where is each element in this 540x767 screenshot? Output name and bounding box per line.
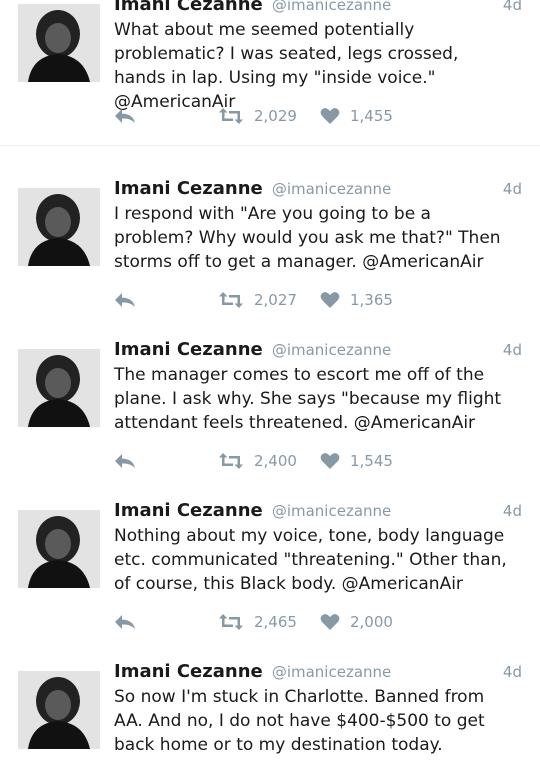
tweet-actions: 2,029 1,455 <box>114 104 514 128</box>
author-name[interactable]: Imani Cezanne <box>114 500 263 521</box>
retweet-count: 2,400 <box>254 452 297 470</box>
tweet-actions: 2,465 2,000 <box>114 610 514 634</box>
tweet-actions: 2,027 1,365 <box>114 288 514 312</box>
tweet-feed: Imani Cezanne @imanicezanne 4d What abou… <box>0 0 540 767</box>
timestamp[interactable]: 4d <box>503 502 522 520</box>
tweet-item[interactable]: Imani Cezanne @imanicezanne 4d What abou… <box>0 0 540 146</box>
timestamp[interactable]: 4d <box>503 341 522 359</box>
retweet-icon <box>219 453 243 469</box>
tweet-item[interactable]: Imani Cezanne @imanicezanne 4d The manag… <box>0 329 540 491</box>
retweet-icon <box>219 108 243 124</box>
like-button[interactable]: 1,365 <box>320 288 393 312</box>
heart-icon <box>320 108 340 124</box>
author-handle[interactable]: @imanicezanne <box>272 502 391 520</box>
tweet-text: So now I'm stuck in Charlotte. Banned fr… <box>114 687 485 755</box>
author-handle[interactable]: @imanicezanne <box>272 180 391 198</box>
reply-button[interactable] <box>114 610 136 634</box>
reply-button[interactable] <box>114 449 136 473</box>
avatar-image <box>18 188 100 266</box>
tweet-text: The manager comes to escort me off of th… <box>114 365 502 433</box>
avatar[interactable] <box>18 671 100 749</box>
like-button[interactable]: 1,545 <box>320 449 393 473</box>
author-handle[interactable]: @imanicezanne <box>272 0 391 14</box>
avatar[interactable] <box>18 4 100 82</box>
reply-icon <box>115 109 135 123</box>
tweet-header: Imani Cezanne @imanicezanne 4d <box>114 339 524 361</box>
heart-icon <box>320 292 340 308</box>
author-handle[interactable]: @imanicezanne <box>272 663 391 681</box>
avatar-image <box>18 4 100 82</box>
retweet-count: 2,029 <box>254 107 297 125</box>
tweet-item[interactable]: Imani Cezanne @imanicezanne 4d I respond… <box>0 168 540 330</box>
tweet-item[interactable]: Imani Cezanne @imanicezanne 4d So now I'… <box>0 651 540 767</box>
heart-icon <box>320 614 340 630</box>
timestamp[interactable]: 4d <box>503 180 522 198</box>
author-name[interactable]: Imani Cezanne <box>114 0 263 15</box>
avatar[interactable] <box>18 510 100 588</box>
timestamp[interactable]: 4d <box>503 0 522 14</box>
avatar-image <box>18 671 100 749</box>
retweet-button[interactable]: 2,400 <box>218 449 297 473</box>
retweet-count: 2,027 <box>254 291 297 309</box>
retweet-button[interactable]: 2,029 <box>218 104 297 128</box>
author-handle[interactable]: @imanicezanne <box>272 341 391 359</box>
retweet-icon <box>219 614 243 630</box>
tweet-text: I respond with "Are you going to be a pr… <box>114 204 501 272</box>
tweet-item[interactable]: Imani Cezanne @imanicezanne 4d Nothing a… <box>0 490 540 652</box>
avatar[interactable] <box>18 349 100 427</box>
retweet-button[interactable]: 2,027 <box>218 288 297 312</box>
like-count: 1,545 <box>350 452 393 470</box>
retweet-count: 2,465 <box>254 613 297 631</box>
retweet-icon <box>219 292 243 308</box>
like-button[interactable]: 1,455 <box>320 104 393 128</box>
tweet-text: Nothing about my voice, tone, body langu… <box>114 526 507 594</box>
reply-icon <box>115 293 135 307</box>
avatar-image <box>18 349 100 427</box>
tweet-header: Imani Cezanne @imanicezanne 4d <box>114 178 524 200</box>
tweet-actions: 2,400 1,545 <box>114 449 514 473</box>
like-button[interactable]: 2,000 <box>320 610 393 634</box>
reply-icon <box>115 615 135 629</box>
author-name[interactable]: Imani Cezanne <box>114 178 263 199</box>
avatar[interactable] <box>18 188 100 266</box>
avatar-image <box>18 510 100 588</box>
like-count: 2,000 <box>350 613 393 631</box>
tweet-header: Imani Cezanne @imanicezanne 4d <box>114 500 524 522</box>
reply-button[interactable] <box>114 288 136 312</box>
like-count: 1,365 <box>350 291 393 309</box>
retweet-button[interactable]: 2,465 <box>218 610 297 634</box>
reply-icon <box>115 454 135 468</box>
reply-button[interactable] <box>114 104 136 128</box>
author-name[interactable]: Imani Cezanne <box>114 661 263 682</box>
like-count: 1,455 <box>350 107 393 125</box>
author-name[interactable]: Imani Cezanne <box>114 339 263 360</box>
tweet-header: Imani Cezanne @imanicezanne 4d <box>114 661 524 683</box>
timestamp[interactable]: 4d <box>503 663 522 681</box>
heart-icon <box>320 453 340 469</box>
tweet-header: Imani Cezanne @imanicezanne 4d <box>114 0 524 16</box>
tweet-text: What about me seemed potentially problem… <box>114 20 459 112</box>
